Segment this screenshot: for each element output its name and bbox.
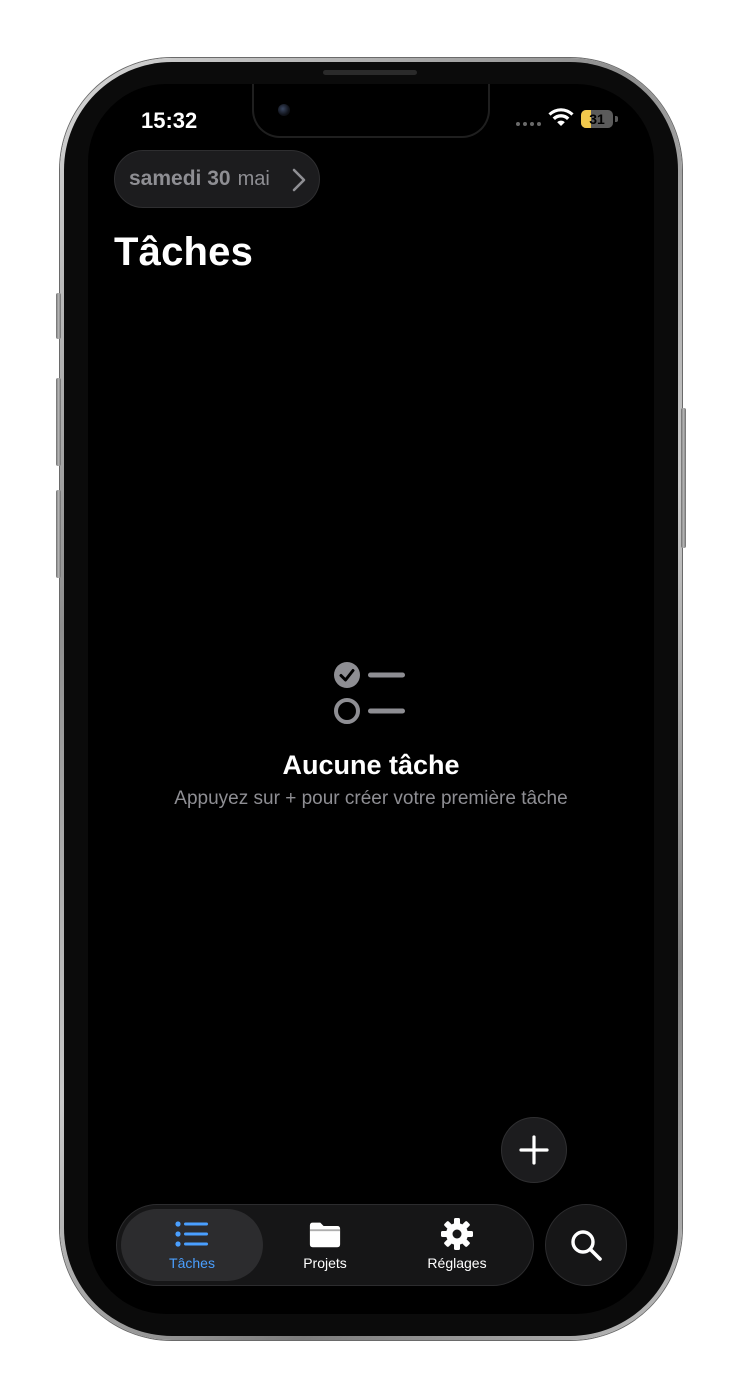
checklist-icon	[334, 662, 405, 724]
power-button	[681, 408, 686, 548]
tab-reglages[interactable]: Réglages	[387, 1209, 527, 1281]
plus-icon	[519, 1135, 549, 1165]
action-button	[56, 293, 61, 339]
battery-level: 31	[589, 111, 605, 127]
tab-taches[interactable]: Tâches	[121, 1209, 263, 1281]
tab-label: Réglages	[427, 1255, 487, 1271]
gear-icon	[441, 1218, 473, 1250]
date-selector-button[interactable]: samedi 30 mai	[114, 150, 320, 208]
front-camera	[278, 104, 290, 116]
app-screen: 15:32 31 samedi 30 mai Tâches Aucune tâc…	[88, 84, 654, 1314]
device-mockup: 15:32 31 samedi 30 mai Tâches Aucune tâc…	[0, 0, 742, 1400]
tab-label: Tâches	[169, 1255, 215, 1271]
empty-state-title: Aucune tâche	[282, 750, 460, 780]
volume-down-button	[56, 490, 61, 578]
battery-nub	[615, 116, 618, 122]
earpiece-slit	[323, 70, 417, 75]
status-time: 15:32	[141, 108, 198, 133]
tab-label: Projets	[303, 1255, 347, 1271]
add-task-button[interactable]	[501, 1117, 567, 1183]
tab-projets[interactable]: Projets	[263, 1209, 387, 1281]
date-day: samedi 30	[129, 167, 231, 190]
wifi-icon	[548, 108, 574, 126]
battery-icon: 31	[581, 110, 613, 128]
cellular-signal-icon	[516, 122, 541, 126]
date-month: mai	[237, 167, 270, 190]
search-icon	[571, 1230, 602, 1261]
empty-state-subtitle: Appuyez sur + pour créer votre première …	[174, 788, 568, 809]
chevron-right-icon	[292, 168, 306, 192]
search-button[interactable]	[545, 1204, 627, 1286]
volume-up-button	[56, 378, 61, 466]
list-icon	[175, 1221, 208, 1247]
folder-icon	[309, 1222, 341, 1248]
tab-bar: Tâches Projets Réglages	[116, 1204, 534, 1286]
page-title: Tâches	[114, 230, 254, 274]
